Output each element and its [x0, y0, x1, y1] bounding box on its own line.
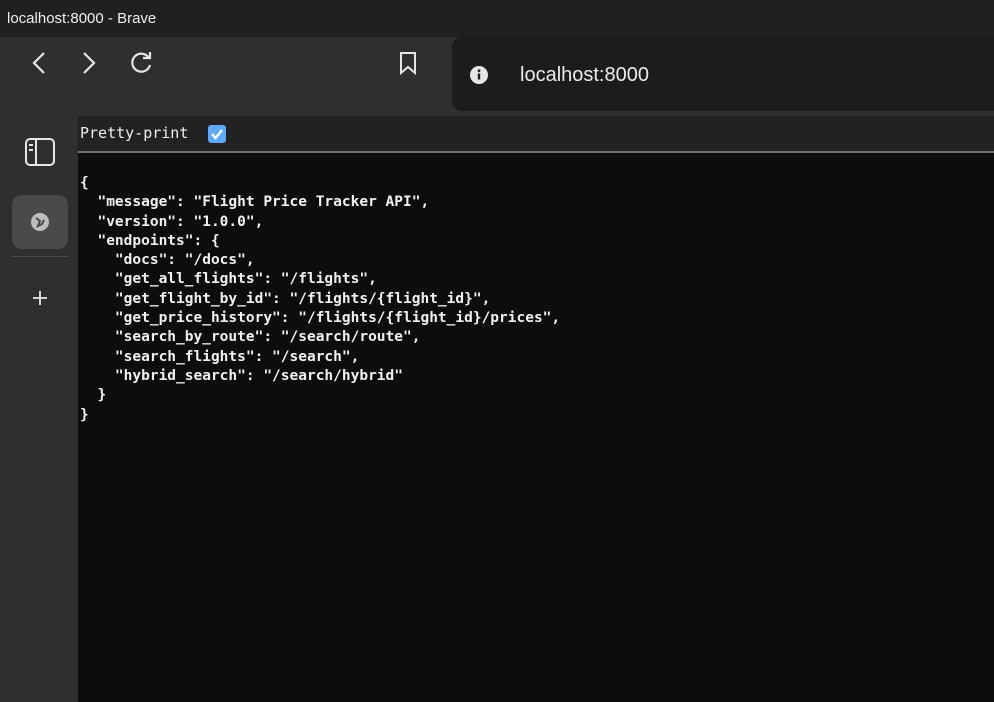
sidebar-panel-icon	[25, 138, 55, 166]
tab-favicon[interactable]	[20, 202, 60, 242]
json-line: "message": "Flight Price Tracker API",	[80, 194, 430, 211]
browser-window: localhost:8000 - Brave localhost:8000 Pr…	[0, 0, 994, 702]
json-line: "version": "1.0.0",	[80, 213, 264, 230]
json-line: "hybrid_search": "/search/hybrid"	[80, 367, 404, 384]
new-tab-button[interactable]	[20, 278, 60, 318]
back-button[interactable]	[24, 47, 56, 79]
reload-icon	[131, 52, 152, 73]
sidebar-toggle-button[interactable]	[20, 132, 60, 172]
pretty-print-bar: Pretty-print	[78, 116, 994, 153]
globe-icon	[31, 213, 49, 231]
json-line: }	[80, 387, 107, 404]
chevron-left-icon	[32, 52, 45, 74]
reload-button[interactable]	[126, 47, 158, 79]
json-line: "get_flight_by_id": "/flights/{flight_id…	[80, 290, 491, 307]
json-line: "get_all_flights": "/flights",	[80, 271, 377, 288]
json-line: "get_price_history": "/flights/{flight_i…	[80, 310, 561, 327]
bookmark-button[interactable]	[392, 47, 424, 79]
sidebar	[0, 116, 78, 702]
bookmark-icon	[400, 52, 416, 76]
pretty-print-label: Pretty-print	[80, 124, 189, 142]
forward-button[interactable]	[73, 47, 105, 79]
checkmark-icon	[211, 129, 223, 140]
json-line: {	[80, 175, 89, 191]
info-icon[interactable]	[470, 66, 488, 84]
json-line: }	[80, 406, 89, 423]
plus-icon	[33, 291, 47, 305]
chevron-right-icon	[83, 52, 96, 74]
window-title: localhost:8000 - Brave	[7, 10, 157, 27]
pretty-print-checkbox[interactable]	[208, 125, 226, 143]
url-text[interactable]: localhost:8000	[520, 63, 649, 87]
browser-toolbar: localhost:8000	[0, 37, 994, 116]
sidebar-divider	[12, 256, 68, 257]
page-content: Pretty-print { "message": "Flight Price …	[78, 116, 994, 702]
address-bar[interactable]: localhost:8000	[452, 37, 994, 111]
json-line: "search_flights": "/search",	[80, 348, 360, 365]
json-output: { "message": "Flight Price Tracker API",…	[80, 174, 560, 425]
json-line: "search_by_route": "/search/route",	[80, 329, 421, 346]
json-line: "docs": "/docs",	[80, 252, 255, 269]
json-line: "endpoints": {	[80, 232, 220, 249]
window-title-bar: localhost:8000 - Brave	[0, 0, 994, 37]
